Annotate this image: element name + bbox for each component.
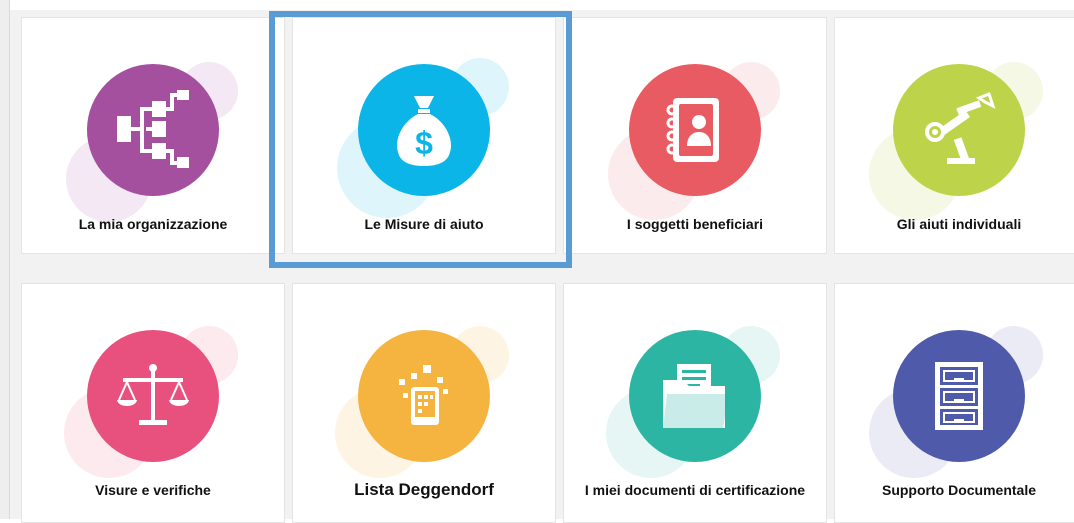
tile-i-miei-documenti-di-certificazione[interactable]: I miei documenti di certificazione — [563, 283, 827, 523]
money-bag-icon: $ — [358, 64, 490, 196]
tile-label: La mia organizzazione — [78, 216, 228, 232]
svg-text:$: $ — [415, 125, 433, 161]
address-book-icon — [629, 64, 761, 196]
org-chart-icon — [87, 64, 219, 196]
tile-label: Gli aiuti individuali — [896, 216, 1022, 232]
tile-i-soggetti-beneficiari[interactable]: I soggetti beneficiari — [563, 17, 827, 254]
tile-label: I miei documenti di certificazione — [584, 482, 806, 498]
tile-lista-deggendorf[interactable]: Lista Deggendorf — [292, 283, 556, 523]
left-edge-bar — [0, 0, 10, 519]
folder-icon — [629, 330, 761, 462]
filing-cabinet-icon — [893, 330, 1025, 462]
tile-label: Lista Deggendorf — [354, 480, 494, 499]
tile-visure-e-verifiche[interactable]: Visure e verifiche — [21, 283, 285, 523]
tile-le-misure-di-aiuto[interactable]: $ Le Misure di aiuto — [292, 17, 556, 254]
tile-supporto-documentale[interactable]: Supporto Documentale — [834, 283, 1074, 523]
scales-icon — [87, 330, 219, 462]
tile-gli-aiuti-individuali[interactable]: Gli aiuti individuali — [834, 17, 1074, 254]
robot-arm-icon — [893, 64, 1025, 196]
page: La mia organizzazione $ Le Misure di aiu… — [0, 0, 1074, 523]
tile-label: Supporto Documentale — [881, 482, 1036, 498]
tile-label: Le Misure di aiuto — [364, 216, 484, 232]
tile-la-mia-organizzazione[interactable]: La mia organizzazione — [21, 17, 285, 254]
tile-label: Visure e verifiche — [95, 482, 211, 498]
tablet-icon — [358, 330, 490, 462]
tile-label: I soggetti beneficiari — [626, 216, 764, 232]
